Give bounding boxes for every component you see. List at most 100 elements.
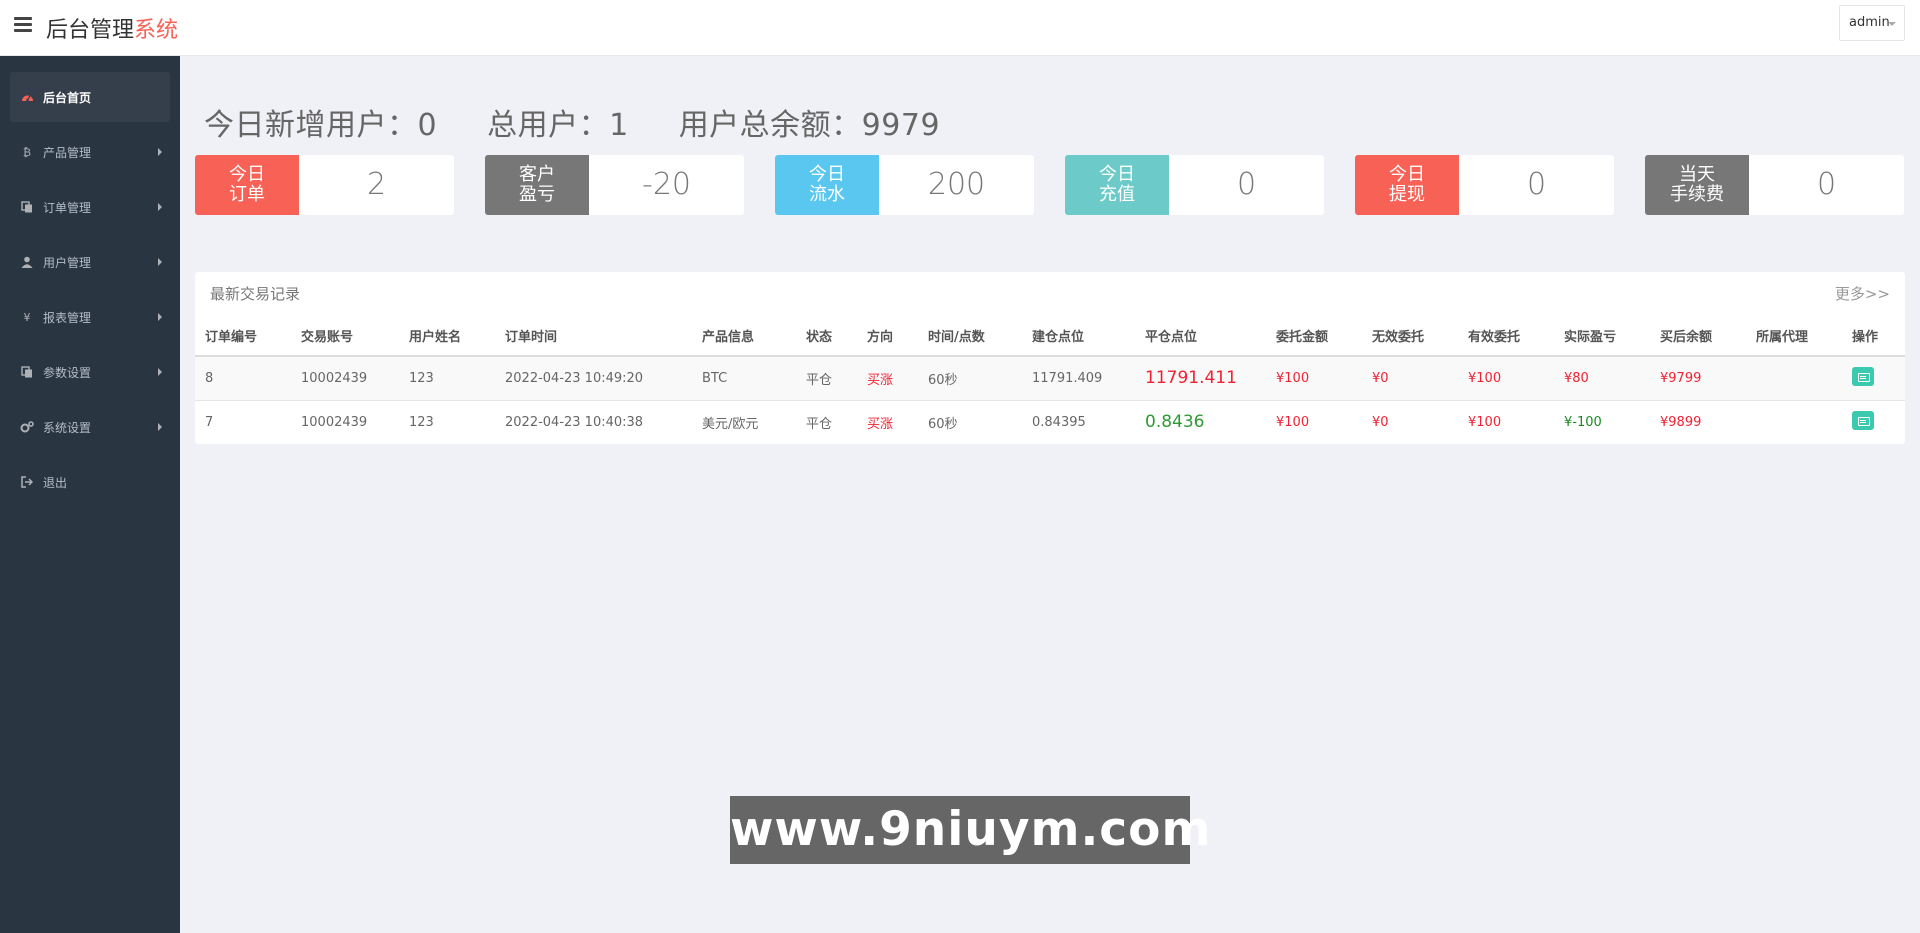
sidebar-item-label: 参数设置 [43, 365, 92, 380]
col-header: 建仓点位 [1022, 316, 1135, 357]
col-header: 订单编号 [195, 316, 291, 357]
stat-value: 2 [366, 167, 387, 202]
brand-accent: 系统 [134, 18, 179, 43]
stat-today-fees: 当天 手续费 0 [1645, 155, 1904, 215]
more-link[interactable]: 更多>> [1835, 283, 1890, 304]
sidebar-item-home[interactable]: 后台首页 [10, 72, 170, 122]
cell-account: 10002439 [291, 355, 399, 400]
stat-label: 今日 订单 [195, 155, 299, 215]
cell-close-price: 11791.411 [1135, 355, 1266, 400]
stat-value: 0 [1526, 167, 1547, 202]
user-icon [20, 255, 34, 269]
cell-actions [1842, 399, 1905, 444]
cell-open-price: 11791.409 [1022, 355, 1135, 400]
sidebar-item-label: 退出 [43, 475, 68, 490]
stat-label-line1: 今日 [1389, 164, 1425, 185]
yen-icon: ¥ [23, 310, 31, 324]
watermark-banner: www.9niuym.com [730, 796, 1210, 864]
col-header: 状态 [796, 316, 857, 357]
cell-order-id: 7 [195, 399, 291, 444]
col-header: 委托金额 [1266, 316, 1362, 357]
stat-label-line1: 今日 [1099, 164, 1135, 185]
stat-value: 200 [927, 167, 986, 202]
stat-value: -20 [642, 167, 691, 202]
cell-invalid: ¥0 [1362, 355, 1458, 400]
cell-direction: 买涨 [857, 355, 918, 400]
stat-value: 0 [1816, 167, 1837, 202]
copy-icon [20, 200, 34, 214]
sidebar-item-logout[interactable]: 退出 [10, 457, 170, 507]
col-header: 订单时间 [495, 316, 692, 357]
table-row: 8 10002439 123 2022-04-23 10:49:20 BTC 平… [195, 355, 1905, 400]
cell-agent [1746, 399, 1842, 444]
cell-product: BTC [692, 355, 796, 400]
cell-user-name: 123 [399, 399, 495, 444]
stat-label-line2: 盈亏 [519, 184, 555, 205]
summary-line: 今日新增用户：0 总用户：1 用户总余额：9979 [204, 100, 990, 144]
menu-toggle-icon[interactable] [14, 17, 32, 33]
sidebar-item-products[interactable]: ₿ 产品管理 [10, 127, 170, 177]
sidebar-item-params[interactable]: 参数设置 [10, 347, 170, 397]
cell-open-price: 0.84395 [1022, 399, 1135, 444]
copy-icon [20, 365, 34, 379]
stat-label-line2: 订单 [229, 184, 265, 205]
brand-main: 后台管理 [46, 18, 135, 43]
caret-right-icon [158, 148, 162, 156]
col-header: 无效委托 [1362, 316, 1458, 357]
top-header: 后台管理系统 admin [0, 0, 1920, 56]
admin-dropdown[interactable]: admin [1839, 5, 1905, 41]
stat-label-line2: 充值 [1099, 184, 1135, 205]
col-header: 方向 [857, 316, 918, 357]
detail-icon[interactable] [1852, 366, 1874, 386]
cell-balance: ¥9899 [1650, 399, 1746, 444]
stat-today-withdraw: 今日 提现 0 [1355, 155, 1614, 215]
cell-pnl: ¥-100 [1554, 399, 1650, 444]
stat-today-recharge: 今日 充值 0 [1065, 155, 1324, 215]
caret-right-icon [158, 368, 162, 376]
stat-label-line2: 流水 [809, 184, 845, 205]
stat-label: 当天 手续费 [1645, 155, 1749, 215]
cell-valid: ¥100 [1458, 355, 1554, 400]
stat-label: 客户 盈亏 [485, 155, 589, 215]
detail-icon[interactable] [1852, 410, 1874, 430]
sidebar-item-label: 报表管理 [43, 310, 92, 325]
col-header: 交易账号 [291, 316, 399, 357]
stat-label: 今日 流水 [775, 155, 879, 215]
stat-label-line1: 客户 [519, 164, 555, 185]
bitcoin-icon: ₿ [22, 145, 32, 159]
table-header-row: 订单编号 交易账号 用户姓名 订单时间 产品信息 状态 方向 时间/点数 建仓点… [195, 316, 1905, 357]
sidebar-item-orders[interactable]: 订单管理 [10, 182, 170, 232]
summary-new-users: 今日新增用户：0 [204, 108, 438, 143]
col-header: 平仓点位 [1135, 316, 1266, 357]
panel-title: 最新交易记录 [210, 285, 301, 303]
summary-total-users: 总用户：1 [487, 108, 629, 143]
trades-table: 订单编号 交易账号 用户姓名 订单时间 产品信息 状态 方向 时间/点数 建仓点… [195, 316, 1905, 444]
cell-pnl: ¥80 [1554, 355, 1650, 400]
stat-label-line1: 当天 [1679, 164, 1715, 185]
cell-order-time: 2022-04-23 10:49:20 [495, 355, 692, 400]
sidebar-item-users[interactable]: 用户管理 [10, 237, 170, 287]
sidebar-item-label: 用户管理 [43, 255, 92, 270]
cell-direction: 买涨 [857, 399, 918, 444]
stat-value: 0 [1236, 167, 1257, 202]
sidebar-item-system[interactable]: 系统设置 [10, 402, 170, 452]
summary-total-balance: 用户总余额：9979 [678, 108, 941, 143]
caret-down-icon [1888, 22, 1896, 26]
cell-valid: ¥100 [1458, 399, 1554, 444]
cell-duration: 60秒 [918, 355, 1022, 400]
sidebar-item-label: 后台首页 [43, 90, 92, 105]
col-header: 时间/点数 [918, 316, 1022, 357]
cell-close-price: 0.8436 [1135, 399, 1266, 444]
col-header: 操作 [1842, 316, 1905, 357]
caret-right-icon [158, 313, 162, 321]
col-header: 用户姓名 [399, 316, 495, 357]
sidebar-item-label: 产品管理 [43, 145, 92, 160]
cell-status: 平仓 [796, 399, 857, 444]
cell-agent [1746, 355, 1842, 400]
stat-label-line2: 提现 [1389, 184, 1425, 205]
col-header: 有效委托 [1458, 316, 1554, 357]
dashboard-icon [20, 90, 34, 104]
sidebar-item-reports[interactable]: ¥ 报表管理 [10, 292, 170, 342]
col-header: 实际盈亏 [1554, 316, 1650, 357]
caret-right-icon [158, 203, 162, 211]
